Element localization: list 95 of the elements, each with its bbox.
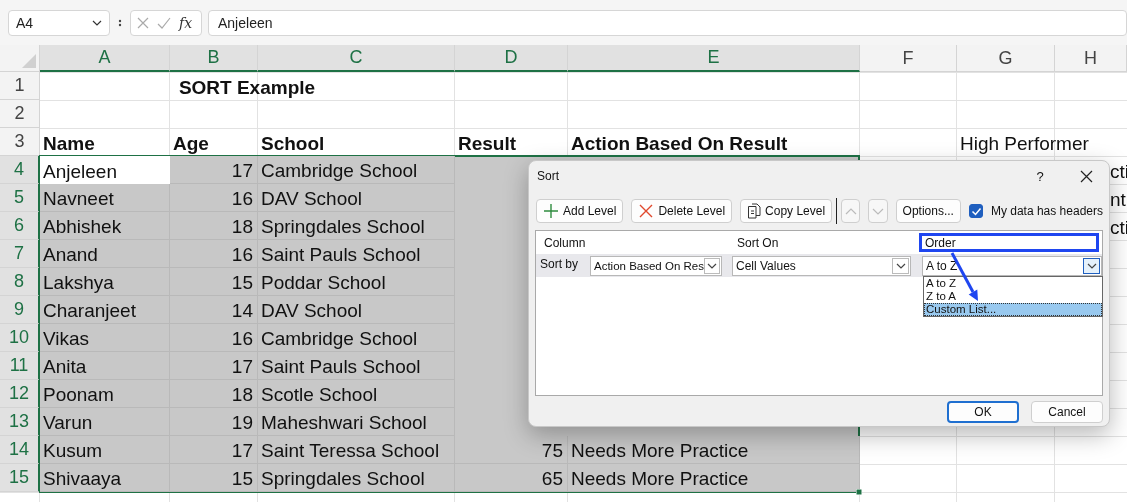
insert-function-button[interactable]: fx xyxy=(179,14,193,31)
table-cell: 15 xyxy=(170,268,258,296)
column-header[interactable]: C xyxy=(258,45,455,72)
column-header[interactable]: D xyxy=(455,45,568,72)
table-cell: Anand xyxy=(40,240,170,268)
table-cell: 17 xyxy=(170,156,258,184)
row-header[interactable]: 2 xyxy=(0,100,40,128)
table-cell: Anita xyxy=(40,352,170,380)
level-label: Sort by xyxy=(539,256,579,271)
row-header[interactable]: 10 xyxy=(0,324,40,352)
table-cell: Anjeleen xyxy=(40,156,170,184)
row-header[interactable]: 11 xyxy=(0,352,40,380)
delete-level-button[interactable]: Delete Level xyxy=(631,199,733,223)
row-header[interactable]: 5 xyxy=(0,184,40,212)
table-cell: SORT Example xyxy=(178,77,316,99)
table-cell: Saint Pauls School xyxy=(258,240,455,268)
column-heading: Sort On xyxy=(736,234,780,252)
row-header[interactable]: 14 xyxy=(0,436,40,464)
table-cell: cti xyxy=(1110,217,1127,239)
column-header[interactable]: G xyxy=(957,45,1055,72)
table-cell: 65 xyxy=(455,464,568,492)
menu-option[interactable]: Custom List... xyxy=(924,303,1102,316)
column-header[interactable]: B xyxy=(170,45,258,72)
table-cell: DAV School xyxy=(258,296,455,324)
table-cell: 17 xyxy=(170,436,258,464)
column-heading: Order xyxy=(919,233,1099,252)
table-cell: Springdales School xyxy=(258,464,455,492)
table-cell: Saint Teressa School xyxy=(258,436,455,464)
row-header[interactable]: 12 xyxy=(0,380,40,408)
table-cell: 18 xyxy=(170,212,258,240)
table-cell: 15 xyxy=(170,464,258,492)
row-header[interactable]: 6 xyxy=(0,212,40,240)
column-header[interactable]: A xyxy=(40,45,170,72)
menu-option[interactable]: Z to A xyxy=(924,290,1102,303)
table-cell: Kusum xyxy=(40,436,170,464)
row-header[interactable]: 8 xyxy=(0,268,40,296)
table-cell: Maheshwari School xyxy=(258,408,455,436)
table-cell: 16 xyxy=(170,184,258,212)
table-cell: Lakshya xyxy=(40,268,170,296)
sort-on-dropdown[interactable]: Cell Values xyxy=(732,255,911,276)
table-cell: Age xyxy=(173,133,209,155)
table-cell: 75 xyxy=(455,436,568,464)
column-header[interactable]: E xyxy=(568,45,860,72)
cell-reference: A4 xyxy=(16,14,34,31)
table-cell: 16 xyxy=(170,240,258,268)
table-cell: Result xyxy=(458,133,517,155)
table-cell: nt xyxy=(1110,189,1126,211)
table-cell: Action Based On Result xyxy=(571,133,788,155)
add-level-button[interactable]: Add Level xyxy=(536,199,624,223)
table-cell: Needs More Practice xyxy=(568,464,860,492)
column-header[interactable]: H xyxy=(1055,45,1127,72)
table-cell: School xyxy=(261,133,325,155)
table-cell: Vikas xyxy=(40,324,170,352)
dialog-button[interactable]: OK xyxy=(947,401,1019,423)
table-cell: Saint Pauls School xyxy=(258,352,455,380)
column-dropdown[interactable]: Action Based On Res xyxy=(590,255,722,276)
column-header[interactable]: F xyxy=(860,45,957,72)
row-header[interactable]: 9 xyxy=(0,296,40,324)
options-button[interactable]: Options... xyxy=(895,199,961,223)
table-cell: Cambridge School xyxy=(258,324,455,352)
table-cell: Springdales School xyxy=(258,212,455,240)
row-header[interactable]: 15 xyxy=(0,464,40,492)
menu-option[interactable]: A to Z xyxy=(924,277,1102,290)
row-header[interactable]: 1 xyxy=(0,72,40,100)
table-cell: Needs More Practice xyxy=(568,436,860,464)
table-cell: 17 xyxy=(170,352,258,380)
table-cell: Scotle School xyxy=(258,380,455,408)
copy-level-button[interactable]: Copy Level xyxy=(740,199,833,223)
checkbox-label: My data has headers xyxy=(990,204,1103,218)
table-cell: Abhishek xyxy=(40,212,170,240)
column-heading: Column xyxy=(543,234,587,252)
table-cell: Poddar School xyxy=(258,268,455,296)
table-cell: 16 xyxy=(170,324,258,352)
help-button[interactable]: ? xyxy=(1017,168,1063,184)
row-header[interactable]: 7 xyxy=(0,240,40,268)
table-cell: 19 xyxy=(170,408,258,436)
table-cell: 14 xyxy=(170,296,258,324)
row-header[interactable]: 4 xyxy=(0,156,40,184)
table-cell: Cambridge School xyxy=(258,156,455,184)
dialog-button[interactable]: Cancel xyxy=(1031,401,1103,423)
name-box[interactable]: A4 xyxy=(8,9,110,36)
table-cell: DAV School xyxy=(258,184,455,212)
row-header[interactable]: 3 xyxy=(0,128,40,156)
table-cell: Poonam xyxy=(40,380,170,408)
table-cell: Name xyxy=(43,133,95,155)
table-cell: High Performer xyxy=(960,133,1089,155)
table-cell: Navneet xyxy=(40,184,170,212)
table-cell: Charanjeet xyxy=(40,296,170,324)
dialog-title: Sort xyxy=(537,169,560,183)
formula-input[interactable]: Anjeleen xyxy=(208,9,1127,36)
table-cell: Shivaaya xyxy=(40,464,170,492)
row-header[interactable]: 13 xyxy=(0,408,40,436)
table-cell: cti xyxy=(1110,161,1127,183)
table-cell: Varun xyxy=(40,408,170,436)
table-cell: 18 xyxy=(170,380,258,408)
